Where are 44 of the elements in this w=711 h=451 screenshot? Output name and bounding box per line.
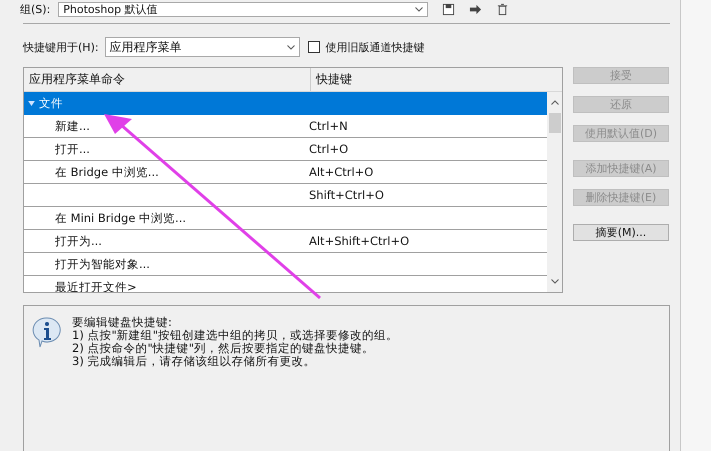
set-dropdown[interactable]: Photoshop 默认值 bbox=[58, 2, 428, 16]
shortcut-text: Alt+Ctrl+O bbox=[309, 165, 374, 179]
shortcut-text: Shift+Ctrl+O bbox=[309, 188, 384, 202]
save-icon[interactable] bbox=[442, 2, 456, 16]
command-name: 最近打开文件> bbox=[55, 280, 137, 292]
scrollbar[interactable] bbox=[547, 92, 562, 292]
shortcut-text: Ctrl+N bbox=[309, 119, 348, 133]
shortcuts-for-dropdown[interactable]: 应用程序菜单 bbox=[104, 37, 300, 57]
expand-triangle-icon[interactable] bbox=[28, 101, 35, 106]
arrow-icon[interactable] bbox=[469, 2, 482, 16]
command-name: 在 Bridge 中浏览... bbox=[55, 164, 159, 178]
checkbox-label: 使用旧版通道快捷键 bbox=[326, 40, 425, 54]
shortcut-text: Ctrl+O bbox=[309, 142, 348, 156]
table-row[interactable]: 打开为... Alt+Shift+Ctrl+O bbox=[24, 230, 547, 253]
table-row[interactable]: 在 Mini Bridge 中浏览... bbox=[24, 207, 547, 230]
caret-icon bbox=[286, 44, 295, 50]
command-name: 打开为智能对象... bbox=[55, 256, 150, 270]
shortcuts-for-label: 快捷键用于(H): bbox=[23, 40, 99, 54]
scrollbar-thumb[interactable] bbox=[548, 113, 560, 133]
command-name: 打开为... bbox=[55, 234, 102, 248]
column-header[interactable]: 快捷键 bbox=[311, 68, 352, 91]
group-name: 文件 bbox=[39, 96, 63, 111]
command-name: 在 Mini Bridge 中浏览... bbox=[55, 210, 186, 224]
info-icon bbox=[32, 316, 62, 348]
info-text: 2) 点按命令的"快捷键"列，然后按要指定的键盘快捷键。 bbox=[72, 342, 376, 355]
info-text: 1) 点按"新建组"按钮创建选中组的拷贝，或选择要修改的组。 bbox=[72, 329, 398, 342]
scroll-up-icon[interactable] bbox=[550, 100, 558, 105]
info-text: 要编辑键盘快捷键: bbox=[72, 316, 173, 329]
table-row[interactable]: 打开为智能对象... bbox=[24, 253, 547, 276]
table-row[interactable]: Shift+Ctrl+O bbox=[24, 184, 547, 207]
column-header[interactable]: 应用程序菜单命令 bbox=[24, 68, 311, 91]
action-button[interactable]: 摘要(M)... bbox=[573, 224, 669, 241]
checkbox[interactable] bbox=[308, 41, 320, 53]
table-row[interactable]: 文件 bbox=[24, 92, 547, 115]
set-label: 组(S): bbox=[20, 2, 50, 16]
table-row[interactable]: 在 Bridge 中浏览... Alt+Ctrl+O bbox=[24, 161, 547, 184]
trash-icon[interactable] bbox=[496, 2, 510, 16]
shortcut-text: Alt+Shift+Ctrl+O bbox=[309, 234, 410, 248]
info-text: 3) 完成编辑后，请存储该组以存储所有更改。 bbox=[72, 355, 316, 368]
scroll-down-icon[interactable] bbox=[550, 279, 558, 284]
command-name: 打开... bbox=[55, 142, 90, 156]
caret-icon bbox=[415, 6, 424, 12]
table-row[interactable]: 打开... Ctrl+O bbox=[24, 138, 547, 161]
command-name: 新建... bbox=[55, 118, 90, 132]
